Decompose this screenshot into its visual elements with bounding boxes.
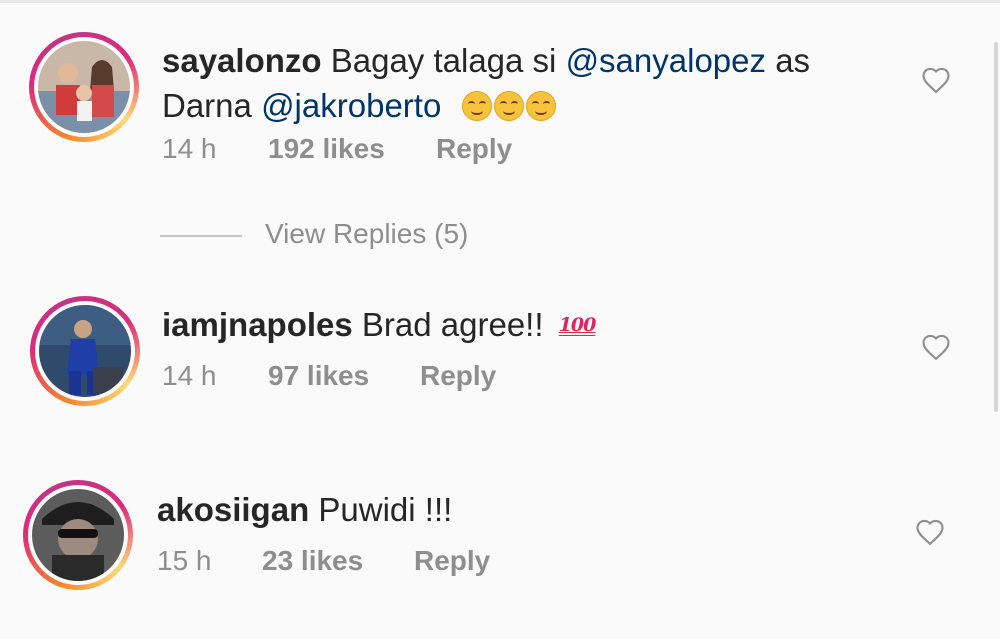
avatar[interactable] [23,480,133,590]
comment-body: Brad agree!! [361,306,544,343]
comment-likes[interactable]: 192 likes [268,133,385,165]
comment-text: iamjnapoles Brad agree!! 100 [162,302,862,348]
avatar[interactable] [30,296,140,406]
comment-text: akosiigan Puwidi !!! [157,487,857,532]
avatar-photo [32,489,124,581]
comment-time: 15 h [157,545,212,576]
comment-username[interactable]: sayalonzo [162,42,322,79]
divider [160,235,242,237]
comment-username[interactable]: akosiigan [157,491,309,528]
comment-likes[interactable]: 23 likes [262,545,363,577]
mention-link[interactable]: @jakroberto [261,87,441,124]
mention-link[interactable]: @sanyalopez [566,42,766,79]
comment-time: 14 h [162,360,217,391]
smiling-face-emoji [462,91,493,121]
comment-likes[interactable]: 97 likes [268,360,369,392]
smiling-face-emoji [526,91,557,121]
comment-body: as [775,42,811,79]
heart-outline-icon[interactable] [921,66,951,94]
comment-username[interactable]: iamjnapoles [162,306,353,343]
reply-button[interactable]: Reply [436,133,512,165]
scrollbar[interactable] [994,42,998,412]
comment-body: Puwidi !!! [318,491,453,528]
top-divider [0,0,1000,3]
avatar-photo [38,41,130,133]
reply-button[interactable]: Reply [414,545,490,577]
comment-text: sayalonzo Bagay talaga si @sanyalopez as… [162,38,862,128]
comment-body: Bagay talaga si [330,42,557,79]
smiling-face-emoji [494,91,525,121]
avatar[interactable] [29,32,139,142]
heart-outline-icon[interactable] [915,518,945,546]
hundred-points-emoji: 100 [558,314,597,336]
view-replies-label: View Replies (5) [265,218,469,249]
comment-time: 14 h [162,133,217,164]
avatar-photo [39,305,131,397]
comment-body: Darna [162,87,252,124]
reply-button[interactable]: Reply [420,360,496,392]
heart-outline-icon[interactable] [921,333,951,361]
